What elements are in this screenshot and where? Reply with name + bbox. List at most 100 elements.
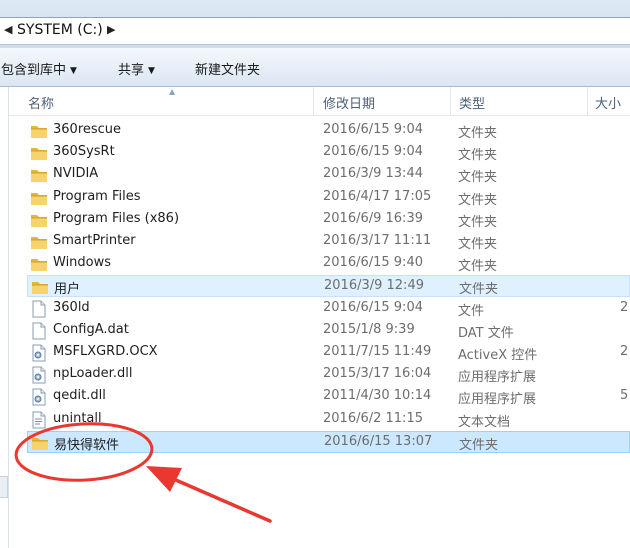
file-row[interactable]: SmartPrinter 2016/3/17 11:11 文件夹 — [27, 231, 630, 253]
file-icon — [30, 300, 48, 318]
new-folder-button[interactable]: 新建文件夹 — [195, 59, 260, 78]
file-date: 2016/6/15 13:07 — [324, 434, 433, 449]
file-type: 文件夹 — [458, 193, 498, 208]
file-type: 文件夹 — [458, 215, 498, 230]
include-in-library-button[interactable]: 包含到库中 ▼ — [1, 59, 77, 78]
file-row[interactable]: 360ld 2016/6/15 9:04 文件 2 — [27, 298, 630, 320]
file-row[interactable]: 易快得软件 2016/6/15 13:07 文件夹 — [27, 431, 630, 453]
file-type: 文件夹 — [459, 438, 499, 453]
file-date: 2016/3/9 12:49 — [324, 278, 424, 293]
settings-file-icon — [30, 366, 48, 384]
file-name: 360ld — [53, 300, 90, 315]
chevron-left-icon[interactable]: ◀ — [4, 23, 12, 36]
folder-icon — [30, 255, 48, 273]
folder-icon — [30, 211, 48, 229]
file-row[interactable]: Windows 2016/6/15 9:40 文件夹 — [27, 253, 630, 275]
command-toolbar: 包含到库中 ▼ 共享 ▼ 新建文件夹 — [0, 48, 630, 87]
file-type: 文件夹 — [459, 282, 499, 297]
file-type: ActiveX 控件 — [458, 348, 538, 363]
file-date: 2016/6/15 9:04 — [323, 300, 423, 315]
folder-icon — [30, 144, 48, 162]
column-size-header[interactable]: 大小 — [595, 93, 621, 112]
file-size: 2 — [620, 300, 629, 315]
file-row[interactable]: Program Files (x86) 2016/6/9 16:39 文件夹 — [27, 209, 630, 231]
file-size: 2 — [620, 344, 629, 359]
file-row[interactable]: unintall 2016/6/2 11:15 文本文档 — [27, 409, 630, 431]
file-type: 文件 — [458, 304, 485, 319]
file-type: 文件夹 — [458, 237, 498, 252]
file-type: 应用程序扩展 — [458, 392, 537, 407]
folder-icon — [30, 122, 48, 140]
file-row[interactable]: npLoader.dll 2015/3/17 16:04 应用程序扩展 — [27, 364, 630, 386]
column-divider[interactable] — [587, 87, 588, 115]
share-button[interactable]: 共享 ▼ — [118, 59, 155, 78]
text-file-icon — [30, 411, 48, 429]
navigation-pane[interactable] — [0, 87, 9, 548]
file-name: qedit.dll — [53, 388, 106, 403]
folder-icon — [30, 189, 48, 207]
caret-down-icon: ▼ — [148, 66, 155, 76]
file-type: 文件夹 — [458, 126, 498, 141]
share-label: 共享 — [118, 63, 145, 78]
file-date: 2016/6/15 9:40 — [323, 255, 423, 270]
column-name-header[interactable]: 名称 — [28, 93, 54, 112]
file-date: 2016/6/9 16:39 — [323, 211, 423, 226]
file-name: ConfigA.dat — [53, 322, 129, 337]
file-row[interactable]: MSFLXGRD.OCX 2011/7/15 11:49 ActiveX 控件 2 — [27, 342, 630, 364]
address-bar[interactable]: ◀ SYSTEM (C:) ▶ — [0, 17, 630, 45]
file-type: DAT 文件 — [458, 326, 514, 341]
file-name: SmartPrinter — [53, 233, 136, 248]
chevron-right-icon[interactable]: ▶ — [107, 23, 115, 36]
file-date: 2016/6/15 9:04 — [323, 122, 423, 137]
file-row[interactable]: 360SysRt 2016/6/15 9:04 文件夹 — [27, 142, 630, 164]
file-date: 2016/4/17 17:05 — [323, 189, 432, 204]
file-name: 易快得软件 — [54, 438, 120, 453]
file-type: 文件夹 — [458, 148, 498, 163]
file-date: 2016/6/2 11:15 — [323, 411, 423, 426]
folder-icon — [31, 434, 49, 452]
file-name: 360SysRt — [53, 144, 115, 159]
pane-scroll-handle[interactable] — [0, 476, 8, 498]
column-divider[interactable] — [450, 87, 451, 115]
file-name: NVIDIA — [53, 166, 99, 181]
file-date: 2011/7/15 11:49 — [323, 344, 432, 359]
file-date: 2016/3/9 13:44 — [323, 166, 423, 181]
file-row[interactable]: 360rescue 2016/6/15 9:04 文件夹 — [27, 120, 630, 142]
file-date: 2016/3/17 11:11 — [323, 233, 432, 248]
file-name: Program Files — [53, 189, 141, 204]
caret-down-icon: ▼ — [70, 66, 77, 76]
file-name: Program Files (x86) — [53, 211, 180, 226]
folder-icon — [31, 278, 49, 296]
sort-ascending-icon: ▲ — [169, 87, 176, 96]
column-divider[interactable] — [313, 87, 314, 115]
file-row[interactable]: 用户 2016/3/9 12:49 文件夹 — [27, 275, 630, 297]
column-header: ▲ 名称 修改日期 类型 大小 — [9, 87, 630, 116]
file-name: unintall — [53, 411, 102, 426]
file-type: 文件夹 — [458, 259, 498, 274]
settings-file-icon — [30, 344, 48, 362]
file-size: 5 — [620, 388, 629, 403]
file-name: Windows — [53, 255, 112, 270]
column-date-header[interactable]: 修改日期 — [323, 93, 375, 112]
include-in-library-label: 包含到库中 — [1, 63, 67, 78]
file-row[interactable]: Program Files 2016/4/17 17:05 文件夹 — [27, 187, 630, 209]
settings-file-icon — [30, 388, 48, 406]
file-name: MSFLXGRD.OCX — [53, 344, 158, 359]
address-path[interactable]: SYSTEM (C:) — [17, 22, 103, 38]
file-row[interactable]: NVIDIA 2016/3/9 13:44 文件夹 — [27, 164, 630, 186]
file-icon — [30, 322, 48, 340]
file-name: npLoader.dll — [53, 366, 133, 381]
file-date: 2015/1/8 9:39 — [323, 322, 415, 337]
file-row[interactable]: ConfigA.dat 2015/1/8 9:39 DAT 文件 — [27, 320, 630, 342]
folder-icon — [30, 166, 48, 184]
annotation-arrow-head — [146, 466, 182, 492]
file-row[interactable]: qedit.dll 2011/4/30 10:14 应用程序扩展 5 — [27, 386, 630, 408]
window-top-bar: ◀ SYSTEM (C:) ▶ — [0, 0, 630, 48]
annotation-arrow-shaft — [160, 472, 272, 523]
file-name: 用户 — [54, 282, 81, 297]
folder-icon — [30, 233, 48, 251]
file-date: 2011/4/30 10:14 — [323, 388, 432, 403]
file-date: 2016/6/15 9:04 — [323, 144, 423, 159]
file-type: 文本文档 — [458, 415, 511, 430]
column-type-header[interactable]: 类型 — [459, 93, 485, 112]
